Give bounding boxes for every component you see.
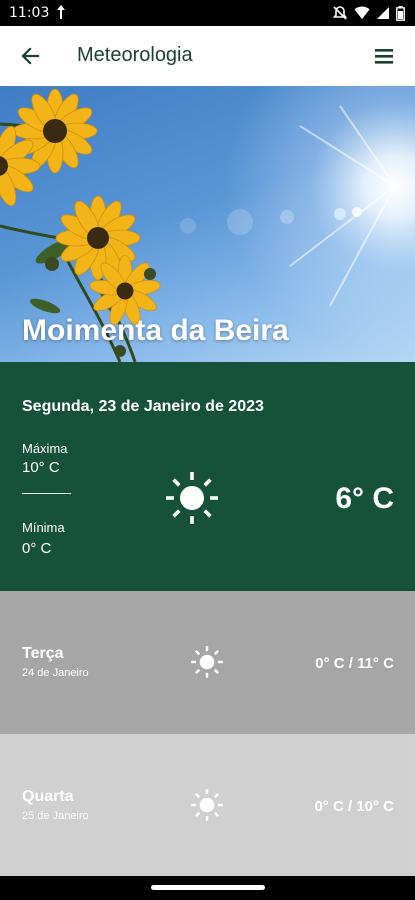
menu-button[interactable] [369,41,399,71]
forecast-day: Terça [22,645,64,662]
data-arrows-icon [56,4,66,23]
forecast-temperatures: 0° C / 11° C [315,655,394,672]
hero-image: Moimenta da Beira [0,86,415,362]
current-temperature: 6° C [335,482,394,515]
forecast-temperatures: 0° C / 10° C [314,798,394,815]
min-temp-value: 0° C [22,540,52,557]
system-nav-bar [0,876,415,900]
today-weather-card: Segunda, 23 de Janeiro de 2023 Máxima 10… [0,362,415,591]
divider [22,493,71,494]
min-temp-label: Mínima [22,520,65,535]
sun-icon [191,646,223,678]
forecast-date: 25 de Janeiro [22,810,89,822]
hamburger-menu-icon [375,49,393,64]
max-temp-value: 10° C [22,459,60,476]
city-name: Moimenta da Beira [22,314,289,347]
status-bar: 11:03 [0,0,415,26]
page-title: Meteorologia [77,44,193,66]
sun-icon [166,472,218,524]
status-time: 11:03 [9,5,50,21]
arrow-back-icon [21,47,40,65]
back-button[interactable] [16,41,46,71]
wifi-icon [354,6,370,23]
home-gesture-handle[interactable] [151,885,265,890]
today-date: Segunda, 23 de Janeiro de 2023 [22,398,264,415]
app-bar: Meteorologia [0,26,415,86]
forecast-date: 24 de Janeiro [22,667,89,679]
mute-icon [332,5,348,24]
forecast-day: Quarta [22,788,74,805]
max-temp-label: Máxima [22,441,68,456]
status-icons [332,5,405,24]
forecast-row[interactable]: Terça 24 de Janeiro 0° C / 11° C [0,591,415,734]
forecast-row[interactable]: Quarta 25 de Janeiro 0° C / 10° C [0,734,415,876]
signal-icon [376,6,390,23]
battery-icon [396,5,405,24]
sun-icon [191,789,223,821]
